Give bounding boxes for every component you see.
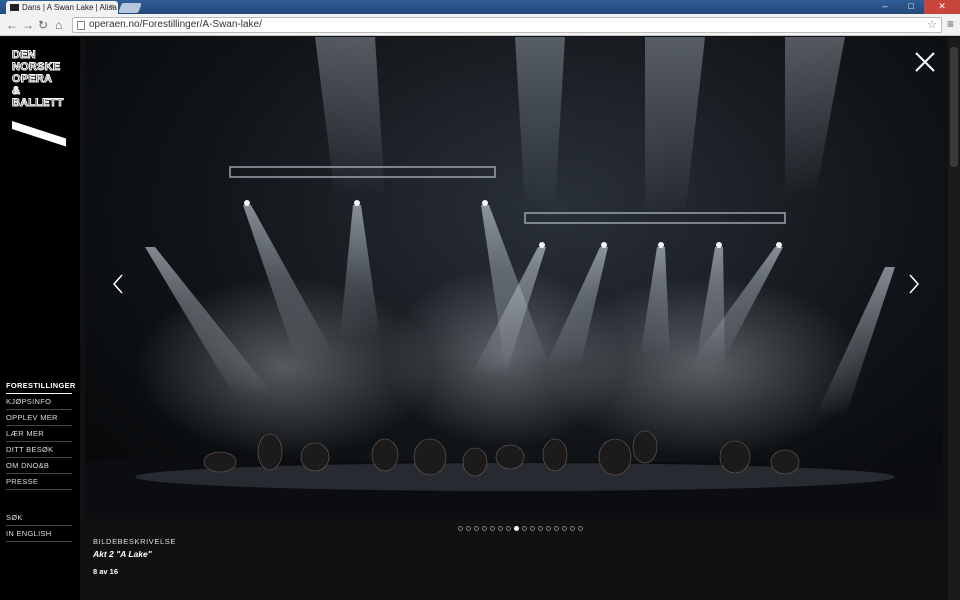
pager-dot[interactable]: [458, 526, 463, 531]
pager-dot[interactable]: [546, 526, 551, 531]
next-arrow-icon[interactable]: [906, 273, 922, 295]
browser-menu-icon[interactable]: ≡: [947, 18, 954, 30]
forward-icon[interactable]: →: [22, 18, 34, 32]
image-counter: 8 av 16: [93, 567, 119, 576]
maximize-button[interactable]: □: [898, 0, 924, 14]
caption-label: BILDEBESKRIVELSE: [93, 537, 176, 546]
minimize-button[interactable]: –: [872, 0, 898, 14]
pager-dot[interactable]: [498, 526, 503, 531]
site-logo[interactable]: DEN NORSKE OPERA & BALLETT: [12, 49, 64, 110]
logo-slash-icon: [12, 121, 66, 147]
nav-item-presse[interactable]: PRESSE: [6, 474, 72, 490]
window-controls: – □ ✕: [872, 0, 960, 14]
browser-tab[interactable]: Dans | A Swan Lake | Alisa ×: [6, 1, 118, 14]
pager-dot[interactable]: [466, 526, 471, 531]
gallery-pager: [458, 526, 583, 531]
browser-tab-bar: Dans | A Swan Lake | Alisa × – □ ✕: [0, 0, 960, 14]
pager-dot[interactable]: [506, 526, 511, 531]
logo-line: DEN: [12, 49, 37, 62]
logo-line: OPERA: [12, 73, 53, 86]
new-tab-button[interactable]: [118, 3, 142, 13]
address-bar[interactable]: operaen.no/Forestillinger/A-Swan-lake/ ☆: [72, 17, 942, 33]
scrollbar[interactable]: [948, 37, 960, 600]
caption-title: Akt 2 "A Lake": [93, 549, 152, 559]
bookmark-star-icon[interactable]: ☆: [927, 18, 937, 31]
favicon-icon: [10, 4, 19, 11]
secondary-nav: SØK IN ENGLISH: [6, 510, 72, 542]
nav-item-kjopsinfo[interactable]: KJØPSINFO: [6, 394, 72, 410]
pager-dot[interactable]: [554, 526, 559, 531]
window-close-button[interactable]: ✕: [924, 0, 960, 14]
pager-dot[interactable]: [482, 526, 487, 531]
nav-item-english[interactable]: IN ENGLISH: [6, 526, 72, 542]
url-text: operaen.no/Forestillinger/A-Swan-lake/: [89, 19, 262, 30]
gallery-photo: [85, 37, 943, 519]
photo-caption: BILDEBESKRIVELSE Akt 2 "A Lake" 8 av 16: [93, 537, 176, 576]
close-icon[interactable]: [912, 49, 938, 75]
pager-dot[interactable]: [474, 526, 479, 531]
tab-title: Dans | A Swan Lake | Alisa: [22, 3, 117, 12]
nav-item-om-dnob[interactable]: OM DNO&B: [6, 458, 72, 474]
pager-dot[interactable]: [570, 526, 575, 531]
main-nav: FORESTILLINGER KJØPSINFO OPPLEV MER LÆR …: [6, 378, 75, 490]
nav-item-forestillinger[interactable]: FORESTILLINGER: [6, 378, 75, 394]
back-icon[interactable]: ←: [6, 18, 18, 32]
logo-line: NORSKE: [12, 61, 61, 74]
pager-dot[interactable]: [530, 526, 535, 531]
pager-dot[interactable]: [514, 526, 519, 531]
pager-dot[interactable]: [562, 526, 567, 531]
previous-arrow-icon[interactable]: [110, 273, 126, 295]
reload-icon[interactable]: ↻: [38, 18, 48, 32]
logo-line: BALLETT: [12, 97, 64, 110]
page: DEN NORSKE OPERA & BALLETT FORESTILLINGE…: [0, 37, 960, 600]
browser-toolbar: ← → ↻ ⌂ operaen.no/Forestillinger/A-Swan…: [0, 14, 960, 36]
nav-item-ditt-besok[interactable]: DITT BESØK: [6, 442, 72, 458]
pager-dot[interactable]: [522, 526, 527, 531]
pager-dot[interactable]: [490, 526, 495, 531]
scrollbar-thumb[interactable]: [950, 47, 958, 167]
pager-dot[interactable]: [578, 526, 583, 531]
nav-item-opplev-mer[interactable]: OPPLEV MER: [6, 410, 72, 426]
tab-close-icon[interactable]: ×: [109, 2, 114, 11]
page-icon: [77, 21, 85, 30]
nav-item-laer-mer[interactable]: LÆR MER: [6, 426, 72, 442]
pager-dot[interactable]: [538, 526, 543, 531]
stage-photo-art: [85, 37, 943, 519]
logo-line: &: [12, 85, 21, 98]
sidebar: DEN NORSKE OPERA & BALLETT FORESTILLINGE…: [0, 37, 80, 600]
nav-item-search[interactable]: SØK: [6, 510, 72, 526]
home-icon[interactable]: ⌂: [55, 18, 62, 32]
